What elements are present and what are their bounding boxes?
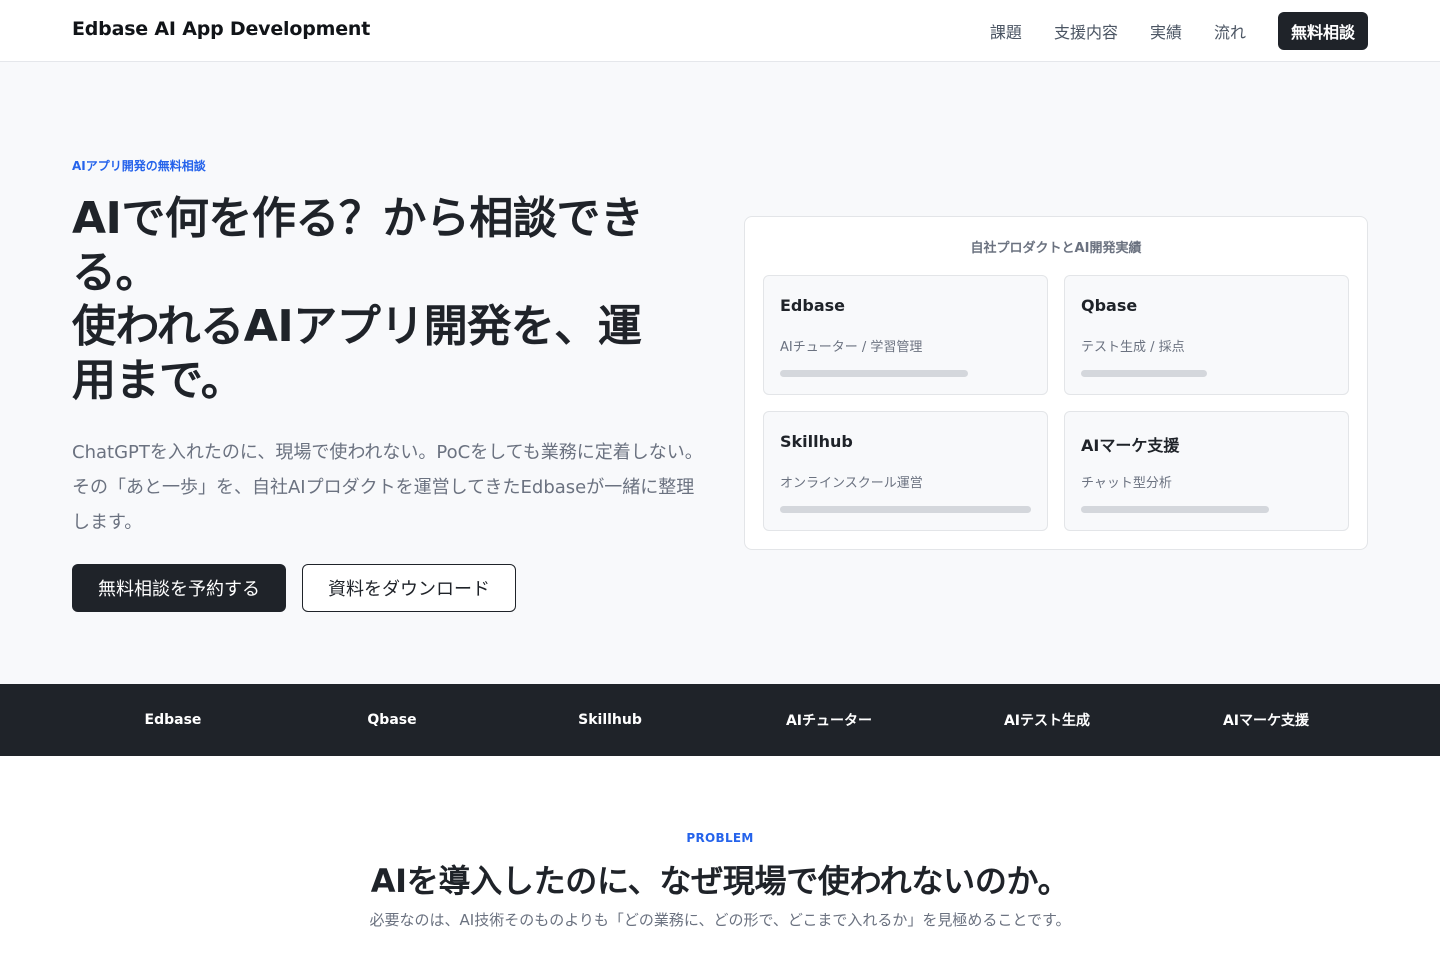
- nav-link-services[interactable]: 支援内容: [1054, 19, 1118, 43]
- nav-link-results[interactable]: 実績: [1150, 19, 1182, 43]
- product-card-skillhub[interactable]: Skillhub オンラインスクール運営: [763, 411, 1048, 531]
- card-progress-bar: [1081, 506, 1270, 513]
- problem-eyebrow: PROBLEM: [686, 831, 754, 845]
- card-description: AIチューター / 学習管理: [780, 340, 923, 355]
- card-name: Edbase: [780, 296, 846, 315]
- card-name: Qbase: [1081, 296, 1138, 315]
- nav-link-flow[interactable]: 流れ: [1214, 19, 1246, 43]
- nav-consultation-button[interactable]: 無料相談: [1277, 12, 1368, 50]
- hero-section: AIアプリ開発の無料相談 AIで何を作る？から相談でき る。 使われるAIアプリ…: [0, 62, 1440, 684]
- hero-title-line: る。: [72, 247, 160, 298]
- hero-title: AIで何を作る？から相談でき る。 使われるAIアプリ開発を、運 用まで。: [72, 192, 712, 408]
- card-name: Skillhub: [780, 432, 853, 451]
- strip-item-ai-tutor: AIチューター: [785, 713, 873, 729]
- hero-eyebrow: AIアプリ開発の無料相談: [72, 159, 206, 173]
- strip-item-skillhub: Skillhub: [578, 712, 642, 728]
- site-header: Edbase AI App Development 課題 支援内容 実績 流れ …: [0, 0, 1440, 62]
- strip-item-ai-test: AIテスト生成: [1003, 713, 1091, 729]
- product-card-qbase[interactable]: Qbase テスト生成 / 採点: [1064, 275, 1349, 395]
- card-progress-track: [1081, 370, 1332, 377]
- card-progress-track: [780, 506, 1031, 513]
- card-name: AIマーケ支援: [1081, 436, 1180, 455]
- problem-lead: 必要なのは、AI技術そのものよりも「どの業務に、どの形で、どこまで入れるか」を見…: [369, 911, 1071, 929]
- card-progress-bar: [780, 506, 1031, 513]
- showcase-title: 自社プロダクトとAI開発実績: [970, 241, 1142, 256]
- card-progress-track: [780, 370, 1031, 377]
- product-strip: Edbase Qbase Skillhub AIチューター AIテスト生成 AI…: [0, 684, 1440, 756]
- hero-lead: ChatGPTを入れたのに、現場で使われない。PoCをしても業務に定着しない。そ…: [72, 442, 703, 533]
- card-description: チャット型分析: [1081, 476, 1172, 491]
- product-card-ai-marketing[interactable]: AIマーケ支援 チャット型分析: [1064, 411, 1349, 531]
- download-materials-button[interactable]: 資料をダウンロード: [302, 564, 516, 612]
- card-progress-bar: [1081, 370, 1207, 377]
- strip-item-edbase: Edbase: [144, 712, 202, 728]
- card-description: オンラインスクール運営: [780, 476, 923, 491]
- card-progress-track: [1081, 506, 1332, 513]
- card-description: テスト生成 / 採点: [1081, 340, 1185, 355]
- product-card-edbase[interactable]: Edbase AIチューター / 学習管理: [763, 275, 1048, 395]
- main-nav: 課題 支援内容 実績 流れ 無料相談: [990, 12, 1368, 50]
- strip-item-ai-marketing: AIマーケ支援: [1222, 713, 1310, 729]
- brand-logo[interactable]: Edbase AI App Development: [72, 18, 370, 40]
- strip-item-qbase: Qbase: [367, 712, 417, 728]
- hero-title-line: AIで何を作る？から相談でき: [72, 193, 644, 244]
- showcase-panel: 自社プロダクトとAI開発実績 Edbase AIチューター / 学習管理 Qba…: [744, 216, 1368, 550]
- book-consultation-button[interactable]: 無料相談を予約する: [72, 564, 286, 612]
- problem-title: AIを導入したのに、なぜ現場で使われないのか。: [370, 862, 1070, 900]
- hero-title-line: 使われるAIアプリ開発を、運: [72, 301, 642, 352]
- card-progress-bar: [780, 370, 969, 377]
- nav-link-issues[interactable]: 課題: [990, 19, 1022, 43]
- hero-title-line: 用まで。: [72, 355, 245, 406]
